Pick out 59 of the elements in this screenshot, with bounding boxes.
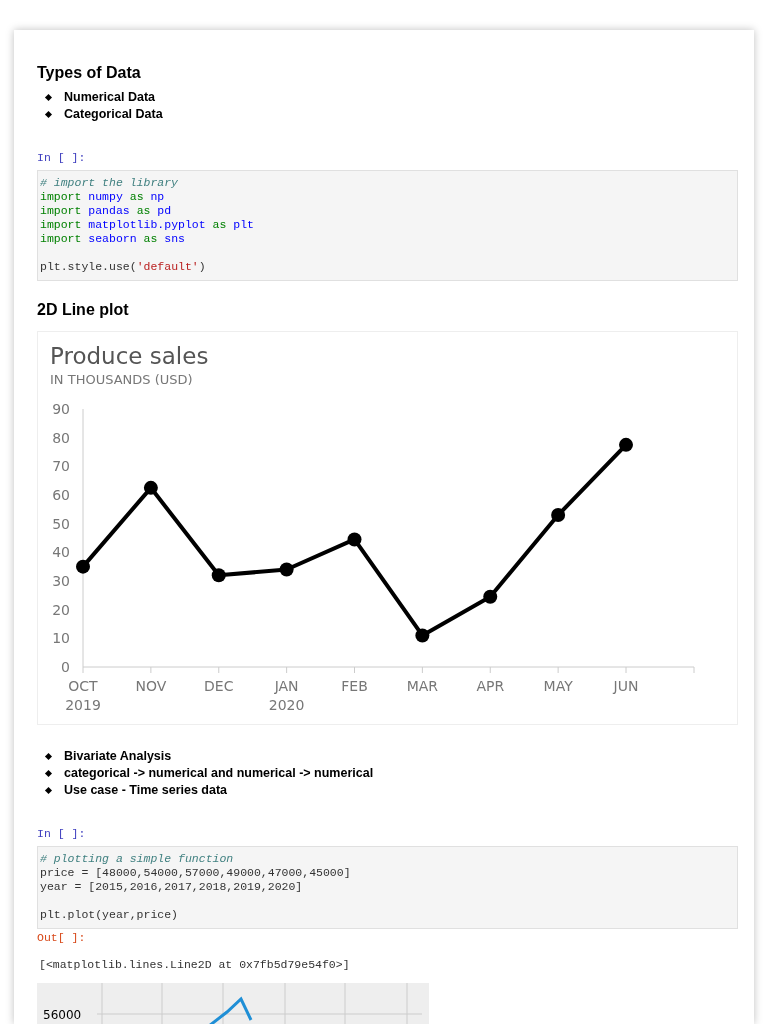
y-tick-label: 80 bbox=[52, 429, 70, 446]
code-line: import numpy as np bbox=[40, 190, 166, 204]
y-tick-label: 10 bbox=[52, 630, 70, 647]
y-tick-label: 40 bbox=[52, 544, 70, 561]
x-tick-label: FEB bbox=[341, 678, 368, 694]
y-tick-label: 90 bbox=[52, 401, 70, 417]
section-heading: Types of Data bbox=[37, 64, 142, 82]
bullet-icon bbox=[44, 93, 53, 101]
output-text: [<matplotlib.lines.Line2D at 0x7fb5d79e54f0>] bbox=[39, 958, 350, 971]
code-line: plt.plot(year,price) bbox=[40, 908, 180, 922]
code-line: import matplotlib.pyplot as plt bbox=[40, 218, 255, 232]
bullet-text: Bivariate Analysis bbox=[64, 749, 172, 763]
y-tick-label: 0 bbox=[61, 659, 70, 675]
code-line: # import the library bbox=[40, 176, 180, 190]
data-point bbox=[483, 589, 498, 604]
x-tick-label: JAN 2020 bbox=[268, 678, 305, 713]
data-point bbox=[211, 568, 226, 583]
y-tick-label: 56000 bbox=[43, 1008, 82, 1022]
bullet-icon bbox=[44, 769, 53, 777]
y-tick-label: 70 bbox=[52, 458, 70, 475]
chart-title: Produce sales bbox=[50, 343, 209, 369]
y-tick-label: 60 bbox=[52, 487, 70, 503]
code-line: plt.style.use('default') bbox=[40, 260, 207, 274]
x-tick-label: OCT 2019 bbox=[65, 678, 101, 713]
x-tick-label: JUN bbox=[613, 678, 639, 694]
input-prompt: In [ ]: bbox=[37, 151, 86, 164]
bullet-text: Categorical Data bbox=[64, 107, 163, 121]
data-point bbox=[415, 628, 430, 643]
input-prompt: In [ ]: bbox=[37, 827, 86, 840]
y-tick-label: 20 bbox=[52, 601, 70, 618]
x-tick-label: DEC bbox=[204, 678, 234, 694]
code-line: price = [48000,54000,57000,49000,47000,45000] bbox=[40, 866, 352, 880]
bullet-icon bbox=[44, 786, 53, 794]
bullet-icon bbox=[44, 752, 53, 760]
x-tick-label: APR bbox=[476, 678, 505, 694]
x-tick-label: MAY bbox=[543, 678, 573, 694]
data-point bbox=[619, 437, 633, 452]
output-prompt: Out[ ]: bbox=[37, 931, 86, 944]
y-tick-label: 50 bbox=[52, 515, 70, 532]
bullet-icon bbox=[44, 110, 53, 118]
data-point bbox=[76, 559, 90, 574]
code-line: import seaborn as sns bbox=[40, 232, 186, 246]
chart-subtitle: IN THOUSANDS (USD) bbox=[50, 372, 193, 387]
code-line: year = [2015,2016,2017,2018,2019,2020] bbox=[40, 880, 304, 894]
data-point bbox=[279, 562, 294, 577]
bullet-text: Numerical Data bbox=[64, 90, 155, 104]
x-tick-label: MAR bbox=[406, 678, 439, 694]
data-point bbox=[143, 480, 158, 495]
code-cell[interactable]: # plotting a simple function price = [48000,54000,57000,49000,47000,45000] year = [2015,2016,2017,2018,2019,2020] plt.plot(year,price) bbox=[37, 846, 738, 929]
code-cell[interactable]: # import the library import numpy as np import pandas as pd import matplotlib.pyplot as plt import seaborn as sns plt.style.use('default') bbox=[37, 170, 738, 281]
data-point bbox=[347, 532, 362, 547]
x-tick-label: NOV bbox=[135, 678, 167, 694]
bullet-text: categorical -> numerical and numerical -> numerical bbox=[64, 766, 374, 780]
code-line: import pandas as pd bbox=[40, 204, 173, 218]
y-tick-label: 30 bbox=[52, 573, 70, 589]
code-line: # plotting a simple function bbox=[40, 852, 235, 866]
data-point bbox=[551, 508, 566, 523]
section-heading: 2D Line plot bbox=[37, 301, 130, 319]
bullet-text: Use case - Time series data bbox=[64, 783, 228, 797]
